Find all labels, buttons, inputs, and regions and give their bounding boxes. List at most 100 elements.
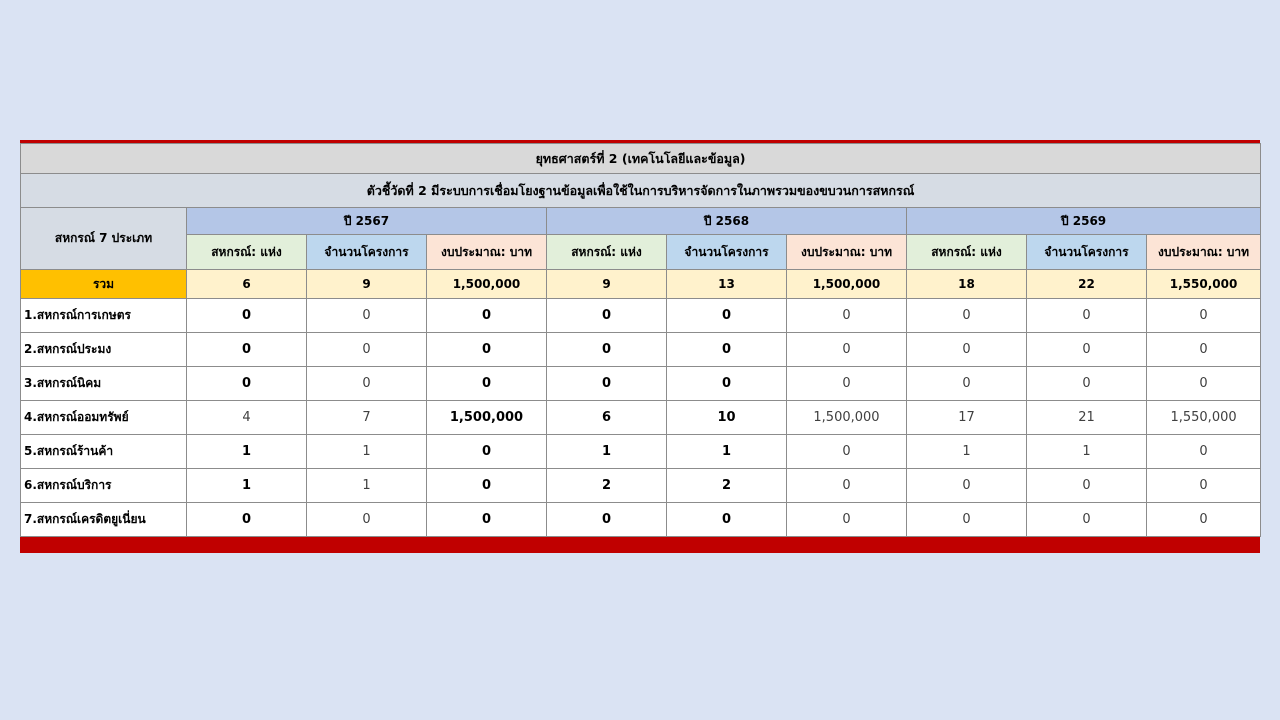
table-cell: 0 [546,298,667,333]
table-cell: 0 [666,366,787,401]
table-cell: 0 [786,298,907,333]
table-cell: 0 [306,502,427,537]
table-cell: 0 [1026,502,1147,537]
table-cell: 0 [906,468,1027,503]
table-cell: 0 [666,502,787,537]
data-rows: 1.สหกรณ์การเกษตร 0 0 0 0 0 0 0 0 0 2.สหกรณ์ประมง 0 0… [20,298,1262,537]
table-cell: 0 [546,502,667,537]
table-cell: 1 [1026,434,1147,469]
table-cell: 0 [546,366,667,401]
table-cell: 0 [1145,468,1262,503]
category-header: สหกรณ์ 7 ประเภท [20,207,187,270]
table-cell: 1,500,000 [786,400,907,435]
table-cell: 0 [546,332,667,367]
total-cell: 1,500,000 [426,269,547,299]
table-cell: 0 [426,502,547,537]
total-label: รวม [20,269,187,299]
year-header-row: สหกรณ์ 7 ประเภท ปี 2567 ปี 2568 ปี 2569 [20,207,1262,270]
total-cell: 9 [546,269,667,299]
table-cell: 1 [906,434,1027,469]
table-cell: 17 [906,400,1027,435]
table-cell: 0 [786,332,907,367]
table-cell: 0 [1145,366,1262,401]
table-cell: 0 [426,434,547,469]
table-cell: 0 [186,298,307,333]
table-cell: 1,550,000 [1145,400,1262,435]
title-row: ยุทธศาสตร์ที่ 2 (เทคโนโลยีและข้อมูล) [19,143,1262,174]
table-cell: 0 [786,502,907,537]
table-cell: 1 [186,468,307,503]
total-cell: 18 [906,269,1027,299]
table-cell: 0 [906,332,1027,367]
table-cell: 0 [306,298,427,333]
table-cell: 0 [426,468,547,503]
table-cell: 0 [1026,468,1147,503]
row-label: 1.สหกรณ์การเกษตร [20,298,187,333]
table-cell: 0 [306,332,427,367]
subheader-coop-count: สหกรณ์: แห่ง [906,234,1027,270]
subheader-project-count: จำนวนโครงการ [666,234,787,270]
table-cell: 0 [306,366,427,401]
table-cell: 0 [1145,298,1262,333]
table-cell: 0 [186,502,307,537]
table-cell: 0 [186,366,307,401]
table-row: 5.สหกรณ์ร้านค้า 1 1 0 1 1 0 1 1 0 [20,434,1262,469]
row-label: 2.สหกรณ์ประมง [20,332,187,367]
subheader-budget: งบประมาณ: บาท [426,234,547,270]
table-cell: 10 [666,400,787,435]
table-cell: 2 [546,468,667,503]
table-cell: 0 [1145,332,1262,367]
spreadsheet-table-area: ยุทธศาสตร์ที่ 2 (เทคโนโลยีและข้อมูล) ตัว… [19,140,1262,553]
subheader-project-count: จำนวนโครงการ [306,234,427,270]
strategy-title: ยุทธศาสตร์ที่ 2 (เทคโนโลยีและข้อมูล) [19,143,1262,174]
table-cell: 1 [546,434,667,469]
table-cell: 0 [786,434,907,469]
table-cell: 0 [906,502,1027,537]
table-cell: 0 [1026,366,1147,401]
table-cell: 0 [786,366,907,401]
row-label: 7.สหกรณ์เครดิตยูเนี่ยน [20,502,187,537]
subheader-project-count: จำนวนโครงการ [1026,234,1147,270]
table-cell: 6 [546,400,667,435]
total-cell: 1,500,000 [786,269,907,299]
total-row: รวม 6 9 1,500,000 9 13 1,500,000 18 22 1… [20,269,1262,299]
table-cell: 1 [306,468,427,503]
year-header-2568: ปี 2568 [546,207,907,235]
table-cell: 1 [666,434,787,469]
table-row: 7.สหกรณ์เครดิตยูเนี่ยน 0 0 0 0 0 0 0 0 0 [20,502,1262,537]
table-cell: 1 [306,434,427,469]
total-cell: 9 [306,269,427,299]
indicator-title: ตัวชี้วัดที่ 2 มีระบบการเชื่อมโยงฐานข้อม… [19,173,1262,208]
row-label: 5.สหกรณ์ร้านค้า [20,434,187,469]
total-cell: 13 [666,269,787,299]
table-cell: 0 [1145,502,1262,537]
table-cell: 1,500,000 [426,400,547,435]
table-cell: 0 [666,298,787,333]
bottom-red-bar [20,537,1260,553]
table-cell: 0 [1026,298,1147,333]
row-label: 3.สหกรณ์นิคม [20,366,187,401]
indicator-row: ตัวชี้วัดที่ 2 มีระบบการเชื่อมโยงฐานข้อม… [19,173,1262,208]
table-cell: 0 [426,332,547,367]
table-cell: 7 [306,400,427,435]
table-cell: 0 [426,366,547,401]
table-row: 1.สหกรณ์การเกษตร 0 0 0 0 0 0 0 0 0 [20,298,1262,333]
table-cell: 0 [426,298,547,333]
table-cell: 0 [1026,332,1147,367]
table-row: 2.สหกรณ์ประมง 0 0 0 0 0 0 0 0 0 [20,332,1262,367]
table-cell: 0 [666,332,787,367]
table-row: 3.สหกรณ์นิคม 0 0 0 0 0 0 0 0 0 [20,366,1262,401]
total-cell: 6 [186,269,307,299]
table-row: 6.สหกรณ์บริการ 1 1 0 2 2 0 0 0 0 [20,468,1262,503]
total-cell: 1,550,000 [1145,269,1262,299]
subheader-budget: งบประมาณ: บาท [1145,234,1262,270]
total-cell: 22 [1026,269,1147,299]
subheader-row: สหกรณ์: แห่ง จำนวนโครงการ งบประมาณ: บาท … [21,234,1262,270]
row-label: 6.สหกรณ์บริการ [20,468,187,503]
year-header-2569: ปี 2569 [905,207,1262,235]
table-cell: 0 [186,332,307,367]
table-cell: 2 [666,468,787,503]
year-header-2567: ปี 2567 [186,207,547,235]
table-cell: 0 [1145,434,1262,469]
table-row: 4.สหกรณ์ออมทรัพย์ 4 7 1,500,000 6 10 1,500,000… [20,400,1262,435]
